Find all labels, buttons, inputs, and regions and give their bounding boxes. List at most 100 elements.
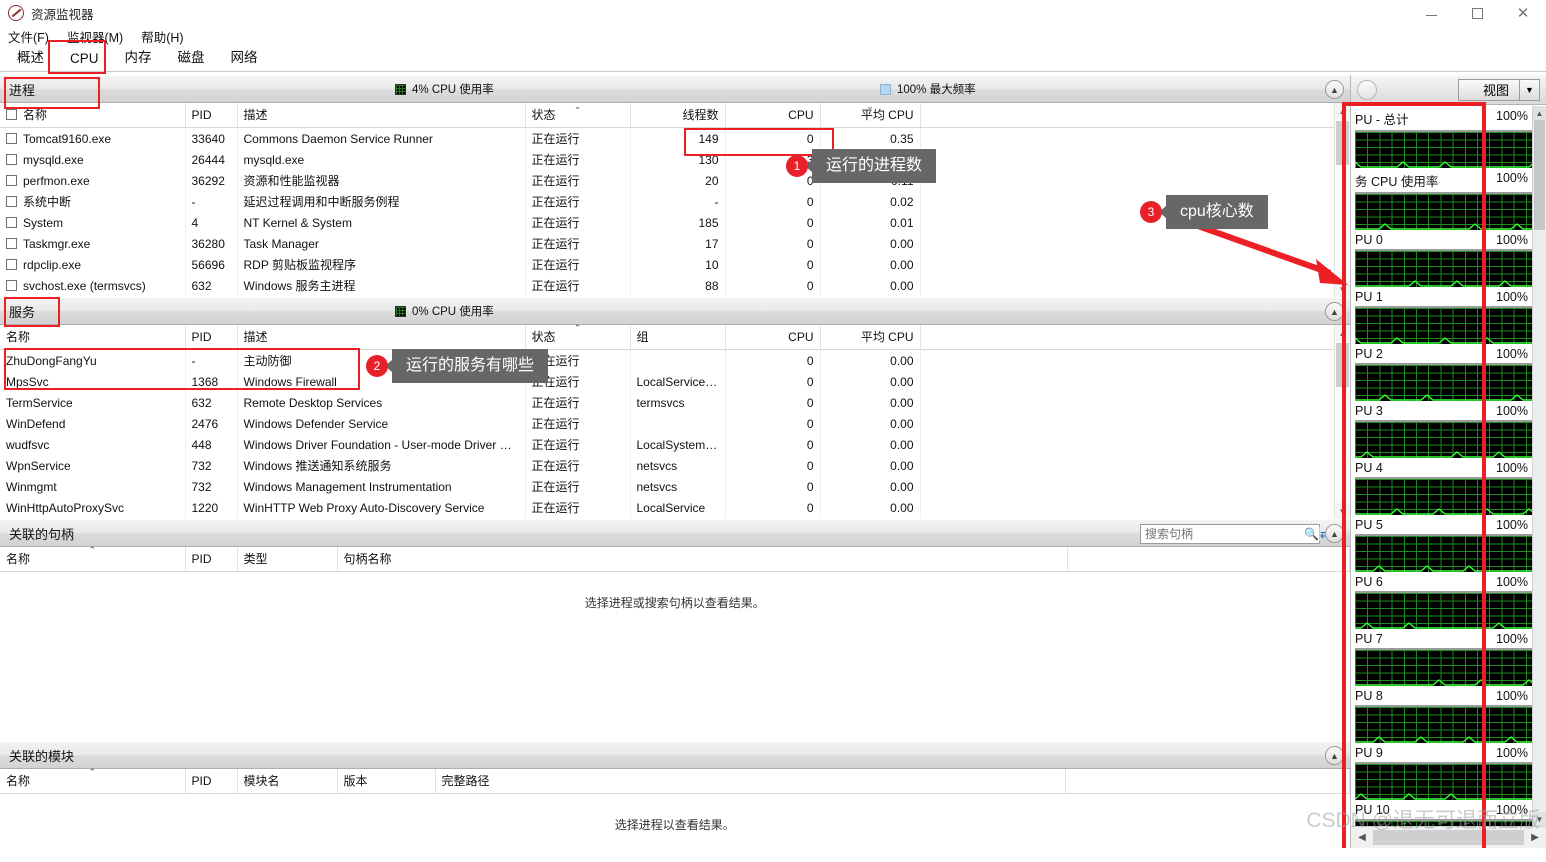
cpu-graph-name: 务 CPU 使用率 bbox=[1355, 175, 1439, 189]
services-col-status[interactable]: ⌃ 状态 bbox=[525, 323, 631, 350]
scroll-down-arrow-icon[interactable]: ▼ bbox=[1533, 812, 1546, 826]
table-row[interactable]: rdpclip.exe 56696 RDP 剪贴板监视程序 正在运行 10 0 0.00 bbox=[0, 254, 1350, 275]
scroll-up-arrow-icon[interactable]: ▲ bbox=[1533, 106, 1546, 120]
select-all-checkbox[interactable] bbox=[6, 109, 17, 120]
table-row[interactable]: MpsSvc 1368 Windows Firewall 正在运行 LocalServi… bbox=[0, 371, 1350, 392]
handles-section-header[interactable]: 关联的句柄 🔍 ⇄ ▲ bbox=[0, 519, 1350, 547]
row-checkbox[interactable] bbox=[6, 216, 17, 228]
table-row[interactable]: WinDefend 2476 Windows Defender Service 正在运… bbox=[0, 413, 1350, 434]
cpu-graph-name: PU 9 bbox=[1355, 746, 1383, 760]
tab-memory[interactable]: 内存 bbox=[112, 43, 165, 71]
modules-col-name[interactable]: ⌃ 名称 bbox=[0, 767, 186, 794]
handles-col-spacer bbox=[1067, 547, 1350, 572]
cpu-graph-block: PU 5 100% bbox=[1355, 515, 1532, 572]
row-checkbox[interactable] bbox=[6, 132, 17, 144]
scroll-right-arrow-icon[interactable]: ▶ bbox=[1524, 827, 1546, 848]
service-pid: - bbox=[185, 349, 238, 371]
handle-search-box[interactable]: 🔍 ⇄ bbox=[1140, 524, 1330, 544]
cpu-panel-toolbar: 视图 ▼ bbox=[1351, 75, 1546, 105]
processes-col-name[interactable]: 名称 bbox=[0, 103, 186, 128]
services-section-header[interactable]: 服务 0% CPU 使用率 ▲ bbox=[0, 297, 1350, 325]
table-row[interactable]: Tomcat9160.exe 33640 Commons Daemon Servic… bbox=[0, 127, 1350, 149]
handles-col-type[interactable]: 类型 bbox=[237, 547, 338, 572]
panel-handle-icon[interactable] bbox=[1357, 80, 1377, 100]
modules-section-header[interactable]: 关联的模块 ▲ bbox=[0, 741, 1350, 769]
cpu-graph-name: PU 0 bbox=[1355, 233, 1383, 247]
table-row[interactable]: Taskmgr.exe 36280 Task Manager 正在运行 17 0 0.00 bbox=[0, 233, 1350, 254]
table-row[interactable]: perfmon.exe36292资源和性能监视器正在运行2000.11 bbox=[0, 170, 1350, 191]
table-row[interactable]: svchost.exe (termsvcs) 632 Windows 服务主进程 正在… bbox=[0, 275, 1350, 296]
services-col-avgcpu[interactable]: 平均 CPU bbox=[820, 325, 921, 350]
row-checkbox[interactable] bbox=[6, 258, 17, 270]
annotation-callout-1: 1 运行的进程数 bbox=[786, 149, 937, 183]
processes-col-avgcpu[interactable]: ⌄ 平均 CPU bbox=[820, 101, 921, 128]
table-row[interactable]: wudfsvc 448 Windows Driver Foundation - Us… bbox=[0, 434, 1350, 455]
cpu-panel-horizontal-scrollbar[interactable]: ◀ ▶ bbox=[1351, 826, 1546, 848]
cpu-graph-value: 100% bbox=[1496, 632, 1528, 646]
view-button[interactable]: 视图 ▼ bbox=[1457, 78, 1540, 101]
services-col-pid[interactable]: PID bbox=[185, 325, 238, 350]
processes-col-desc[interactable]: 描述 bbox=[237, 103, 526, 128]
services-col-name[interactable]: 名称 bbox=[0, 325, 186, 350]
service-pid: 1220 bbox=[185, 497, 238, 518]
modules-col-modname[interactable]: 模块名 bbox=[237, 769, 338, 794]
modules-col-version[interactable]: 版本 bbox=[337, 769, 436, 794]
services-col-desc[interactable]: 描述 bbox=[237, 325, 526, 350]
processes-col-status[interactable]: ⌄ 状态 bbox=[525, 101, 631, 128]
services-col-group[interactable]: 组 bbox=[630, 325, 726, 350]
view-button-label: 视图 bbox=[1482, 83, 1509, 98]
tab-network[interactable]: 网络 bbox=[218, 43, 271, 71]
table-row[interactable]: ZhuDongFangYu - 主动防御 正在运行 0 0.00 bbox=[0, 349, 1350, 371]
service-group: LocalSystemN... bbox=[630, 434, 726, 455]
modules-col-path[interactable]: 完整路径 bbox=[435, 769, 1066, 794]
services-rows: ZhuDongFangYu - 主动防御 正在运行 0 0.00 MpsSvc 1368 Wi… bbox=[0, 349, 1350, 518]
cpu-graph-block: PU 7 100% bbox=[1355, 629, 1532, 686]
search-icon[interactable]: 🔍 bbox=[1304, 527, 1319, 541]
scroll-left-arrow-icon[interactable]: ◀ bbox=[1351, 827, 1373, 848]
cpu-panel-vertical-scrollbar[interactable]: ▲ ▼ bbox=[1532, 106, 1546, 826]
scroll-thumb[interactable] bbox=[1373, 830, 1524, 845]
table-row[interactable]: WpnService 732 Windows 推送通知系统服务 正在运行 netsvcs… bbox=[0, 455, 1350, 476]
table-row[interactable]: mysqld.exe26444mysqld.exe正在运行13030.24 bbox=[0, 149, 1350, 170]
processes-col-pid[interactable]: PID bbox=[185, 103, 238, 128]
table-row[interactable]: Winmgmt 732 Windows Management Instrumenta… bbox=[0, 476, 1350, 497]
table-row[interactable]: TermService 632 Remote Desktop Services 正在运… bbox=[0, 392, 1350, 413]
services-col-cpu[interactable]: CPU bbox=[725, 325, 821, 350]
row-checkbox[interactable] bbox=[6, 279, 17, 291]
process-pid: 26444 bbox=[185, 149, 238, 170]
row-checkbox[interactable] bbox=[6, 174, 17, 186]
service-pid: 1368 bbox=[185, 371, 238, 392]
chevron-down-icon[interactable]: ▼ bbox=[1519, 79, 1539, 100]
search-input[interactable] bbox=[1141, 525, 1304, 543]
service-name: wudfsvc bbox=[0, 434, 186, 455]
annotation-badge: 1 bbox=[786, 155, 808, 177]
cpu-graph-label-row: PU 8 100% bbox=[1355, 686, 1532, 705]
maximize-button[interactable] bbox=[1454, 0, 1500, 26]
service-group: netsvcs bbox=[630, 455, 726, 476]
row-checkbox[interactable] bbox=[6, 237, 17, 249]
processes-collapse-chevron-icon[interactable]: ▲ bbox=[1325, 80, 1344, 99]
row-checkbox[interactable] bbox=[6, 153, 17, 165]
service-group: termsvcs bbox=[630, 392, 726, 413]
tab-cpu[interactable]: CPU bbox=[57, 48, 112, 71]
handles-col-handlename[interactable]: 句柄名称 bbox=[337, 547, 1068, 572]
processes-section-header[interactable]: 进程 4% CPU 使用率 100% 最大频率 ▲ bbox=[0, 75, 1350, 103]
close-button[interactable]: ✕ bbox=[1500, 0, 1546, 26]
scroll-thumb[interactable] bbox=[1534, 120, 1545, 230]
cpu-graph-label-row: 务 CPU 使用率 100% bbox=[1355, 168, 1532, 192]
handles-col-pid[interactable]: PID bbox=[185, 547, 238, 572]
service-group: LocalServiceN... bbox=[630, 371, 726, 392]
row-checkbox[interactable] bbox=[6, 196, 17, 207]
tab-overview[interactable]: 概述 bbox=[4, 43, 57, 71]
cpu-graph-block: PU 2 100% bbox=[1355, 344, 1532, 401]
service-avgcpu: 0.00 bbox=[820, 413, 921, 434]
processes-col-cpu[interactable]: CPU bbox=[725, 103, 821, 128]
handles-col-name[interactable]: ⌃ 名称 bbox=[0, 545, 186, 572]
table-row[interactable]: WinHttpAutoProxySvc 1220 WinHTTP Web Proxy… bbox=[0, 497, 1350, 518]
minimize-button[interactable] bbox=[1408, 0, 1454, 26]
cpu-graph-name: PU 4 bbox=[1355, 461, 1383, 475]
tab-disk[interactable]: 磁盘 bbox=[165, 43, 218, 71]
processes-col-threads[interactable]: 线程数 bbox=[630, 103, 726, 128]
modules-col-pid[interactable]: PID bbox=[185, 769, 238, 794]
annotation-text: cpu核心数 bbox=[1159, 195, 1268, 229]
